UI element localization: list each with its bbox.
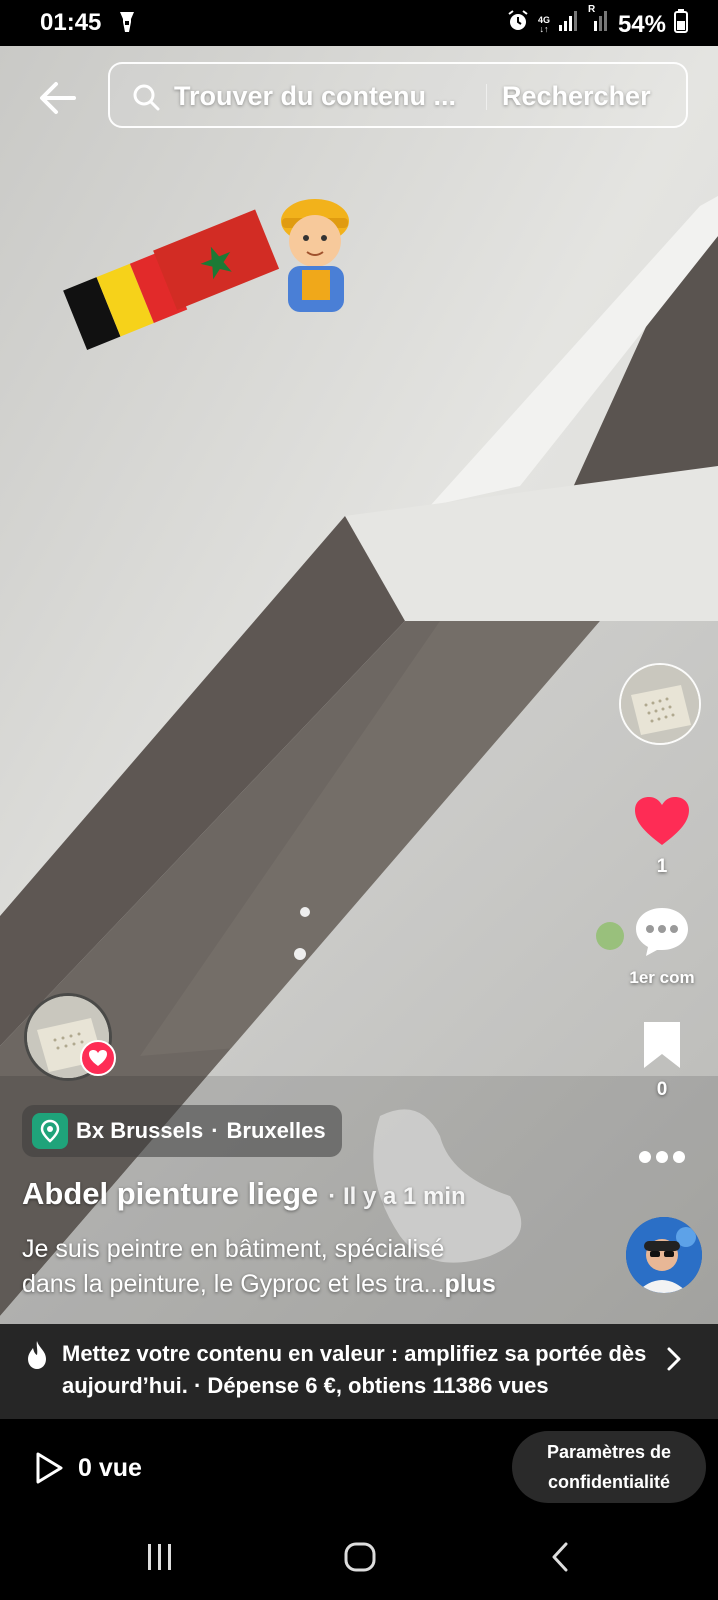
location-separator: ·: [211, 1118, 219, 1143]
search-input[interactable]: Trouver du contenu ...: [174, 81, 456, 112]
post-time: · Il y a 1 min: [328, 1183, 466, 1210]
more-dots-icon: [639, 1151, 685, 1163]
comment-icon: [636, 908, 688, 956]
bookmark-button[interactable]: 0: [620, 1020, 704, 1101]
signal-roaming-icon: R: [588, 4, 610, 39]
system-nav-bar: [0, 1518, 718, 1600]
comment-count: 1er com: [629, 968, 695, 987]
flame-icon: [24, 1340, 50, 1375]
status-bar: 01:45 4G ↓↑ R 54%: [0, 0, 718, 46]
torch-icon: [118, 10, 136, 39]
heart-icon: [635, 797, 689, 845]
sim-label: R: [587, 4, 596, 15]
chevron-left-icon: [552, 1542, 568, 1572]
chevron-right-icon: [666, 1346, 682, 1377]
location-city: Bruxelles: [226, 1118, 326, 1143]
recent-apps-icon: [148, 1544, 171, 1570]
caption-more-link[interactable]: plus: [444, 1270, 495, 1298]
sound-thumbnail[interactable]: [619, 663, 701, 745]
privacy-line-2: confidentialité: [547, 1472, 670, 1492]
like-count: 1: [656, 856, 668, 877]
privacy-line-1: Paramètres de: [546, 1442, 672, 1462]
battery-icon: [674, 9, 688, 40]
more-options-button[interactable]: [620, 1150, 704, 1169]
caption-line-2: dans la peinture, le Gyproc et les tra..…: [22, 1270, 445, 1298]
alarm-icon: [506, 9, 530, 40]
signal-icon: [558, 10, 580, 39]
home-icon: [344, 1542, 376, 1572]
recent-apps-button[interactable]: [145, 1542, 175, 1577]
privacy-settings-button[interactable]: Paramètres de confidentialité: [512, 1431, 706, 1503]
location-tag[interactable]: Bx Brussels · Bruxelles: [22, 1105, 342, 1157]
system-back-button[interactable]: [550, 1542, 570, 1577]
promote-text: Mettez votre contenu en valeur : amplifi…: [62, 1341, 647, 1398]
search-button[interactable]: Rechercher: [502, 81, 651, 112]
post-caption[interactable]: Je suis peintre en bâtiment, spécialisé …: [22, 1232, 582, 1302]
like-button[interactable]: 1: [620, 795, 704, 878]
network-label: 4G: [537, 14, 550, 25]
bookmark-count: 0: [656, 1079, 668, 1100]
home-button[interactable]: [344, 1542, 376, 1577]
flag-stickers: [63, 199, 349, 351]
promote-banner[interactable]: Mettez votre contenu en valeur : amplifi…: [0, 1324, 718, 1419]
search-divider: [486, 84, 487, 110]
follow-heart-badge[interactable]: [80, 1040, 116, 1076]
back-button[interactable]: [36, 76, 80, 120]
bookmark-icon: [644, 1022, 680, 1068]
author-avatar[interactable]: [626, 1217, 702, 1293]
search-icon: [132, 83, 160, 116]
search-bar[interactable]: Trouver du contenu ... Rechercher: [108, 62, 688, 128]
caption-line-1: Je suis peintre en bâtiment, spécialisé: [22, 1235, 445, 1263]
construction-worker-icon: [281, 199, 349, 312]
location-label: Bx Brussels: [76, 1118, 204, 1143]
view-count-label: 0 vue: [78, 1453, 142, 1482]
battery-level: 54%: [617, 10, 666, 38]
bottom-bar: 0 vue Paramètres de confidentialité: [0, 1419, 718, 1518]
location-pin-icon: [32, 1113, 68, 1149]
morocco-flag-icon: [153, 209, 280, 311]
play-icon: [36, 1452, 63, 1484]
author-name[interactable]: Abdel pienture liege: [22, 1176, 318, 1212]
comment-button[interactable]: 1er com: [620, 905, 704, 988]
view-count: 0 vue: [34, 1451, 142, 1485]
status-time: 01:45: [40, 9, 102, 36]
heart-icon: [89, 1050, 107, 1066]
network-type: 4G ↓↑: [537, 14, 550, 34]
arrow-left-icon: [40, 82, 76, 114]
